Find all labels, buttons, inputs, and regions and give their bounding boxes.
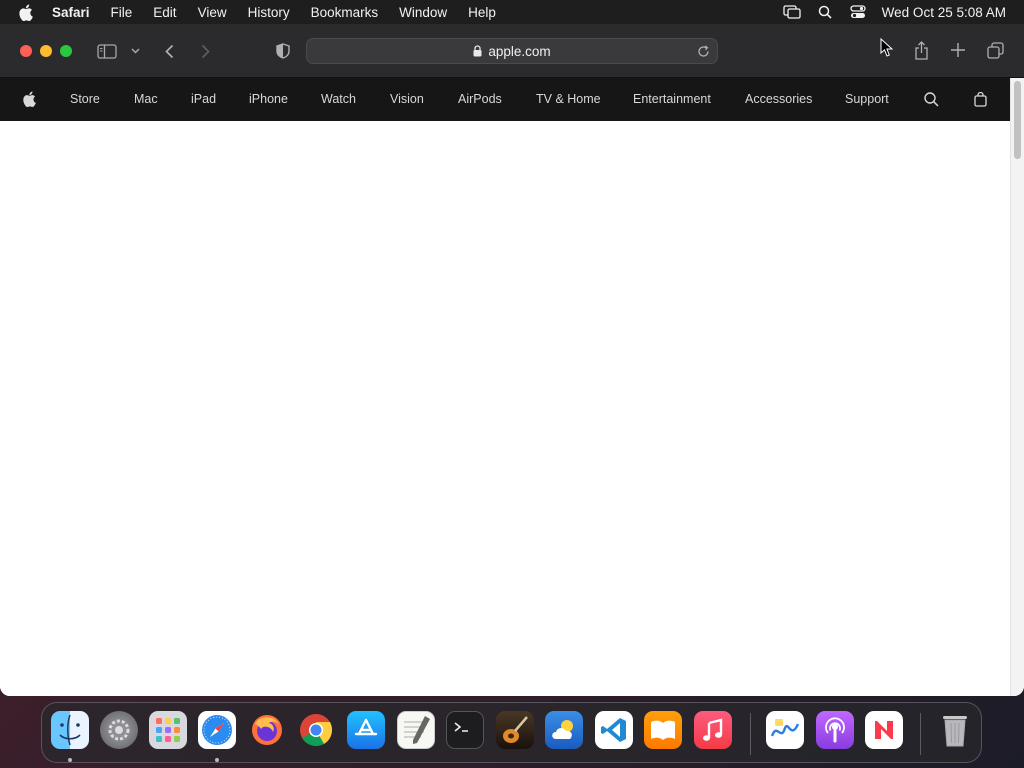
finder-icon [59,714,81,746]
dock-app-finder[interactable] [51,711,89,749]
dock [41,702,982,763]
forward-icon[interactable] [196,41,214,61]
trash-icon [943,716,967,747]
safari-window: apple.com Store Mac iPad iPhone Watch Vi… [0,24,1024,696]
weather-cloud-icon [552,720,573,739]
nav-tv-home[interactable]: TV & Home [536,92,601,106]
nav-vision[interactable]: Vision [390,92,424,106]
shopping-bag-icon[interactable] [971,90,989,108]
menu-bar-status-area: Wed Oct 25 5:08 AM [769,0,1006,24]
spotlight-search-icon[interactable] [815,2,835,22]
window-minimize-button[interactable] [40,45,52,57]
dock-app-chrome[interactable] [297,711,335,749]
nav-entertainment[interactable]: Entertainment [633,92,711,106]
reload-icon[interactable] [695,43,711,59]
nav-store[interactable]: Store [70,92,100,106]
gear-icon [108,719,130,741]
dock-app-weather[interactable] [545,711,583,749]
dock-trash[interactable] [936,711,974,749]
menu-safari[interactable]: Safari [52,5,90,20]
address-url: apple.com [488,43,551,59]
mouse-cursor-icon [880,37,894,58]
dock-app-safari[interactable] [198,711,236,749]
guitar-icon [503,716,528,743]
share-icon[interactable] [911,39,931,61]
dock-running-indicator [215,758,219,762]
nav-watch[interactable]: Watch [321,92,356,106]
news-icon [870,716,898,744]
privacy-shield-icon[interactable] [274,41,292,61]
podcast-icon [825,717,845,743]
chrome-icon [300,714,333,747]
window-close-button[interactable] [20,45,32,57]
firefox-icon [252,715,282,745]
dock-app-launchpad[interactable] [149,711,187,749]
textedit-icon [404,716,430,744]
tab-overview-icon[interactable] [985,40,1005,60]
dock-app-books[interactable] [644,711,682,749]
nav-ipad[interactable]: iPad [191,92,216,106]
freeform-icon [770,719,800,737]
dock-separator [920,713,921,755]
dock-app-freeform[interactable] [766,711,804,749]
sidebar-icon[interactable] [96,41,118,61]
vscode-icon [601,718,626,742]
nav-support[interactable]: Support [845,92,889,106]
new-tab-icon[interactable] [948,40,968,60]
browser-toolbar: apple.com [0,24,1024,78]
menu-bar: Safari File Edit View History Bookmarks … [0,0,1024,24]
search-icon[interactable] [922,90,940,108]
menu-view[interactable]: View [198,5,227,20]
dock-app-system-settings[interactable] [100,711,138,749]
dock-app-app-store[interactable] [347,711,385,749]
menu-help[interactable]: Help [468,5,496,20]
control-center-icon[interactable] [848,2,868,22]
apple-logo-icon[interactable] [20,90,38,108]
chevron-down-icon[interactable] [128,43,142,59]
site-global-nav: Store Mac iPad iPhone Watch Vision AirPo… [0,78,1024,121]
menu-history[interactable]: History [248,5,290,20]
safari-compass-icon [202,715,232,745]
address-bar[interactable]: apple.com [306,38,718,64]
back-icon[interactable] [160,41,178,61]
music-note-icon [703,718,723,741]
menu-window[interactable]: Window [399,5,447,20]
apple-menu-icon[interactable] [18,3,36,21]
nav-mac[interactable]: Mac [134,92,158,106]
menu-file[interactable]: File [111,5,133,20]
nav-iphone[interactable]: iPhone [249,92,288,106]
dock-app-news[interactable] [865,711,903,749]
app-store-icon [354,718,378,736]
window-maximize-button[interactable] [60,45,72,57]
menu-edit[interactable]: Edit [153,5,176,20]
dock-app-terminal[interactable] [446,711,484,749]
dock-app-music[interactable] [694,711,732,749]
book-icon [651,720,675,740]
dock-app-vscode[interactable] [595,711,633,749]
terminal-icon [454,722,468,732]
dock-app-textedit[interactable] [397,711,435,749]
dock-running-indicator [68,758,72,762]
lock-icon [473,45,482,57]
dock-separator [750,713,751,755]
dock-app-podcasts[interactable] [816,711,854,749]
screen-mirroring-icon[interactable] [782,2,802,22]
menu-bar-clock[interactable]: Wed Oct 25 5:08 AM [882,5,1006,20]
dock-app-garageband[interactable] [496,711,534,749]
page-content-area [0,121,1010,696]
scrollbar-thumb[interactable] [1014,81,1021,159]
menu-bookmarks[interactable]: Bookmarks [311,5,379,20]
nav-airpods[interactable]: AirPods [458,92,502,106]
nav-accessories[interactable]: Accessories [745,92,812,106]
scrollbar-track[interactable] [1010,78,1024,696]
dock-app-firefox[interactable] [248,711,286,749]
launchpad-grid-icon [156,718,180,742]
